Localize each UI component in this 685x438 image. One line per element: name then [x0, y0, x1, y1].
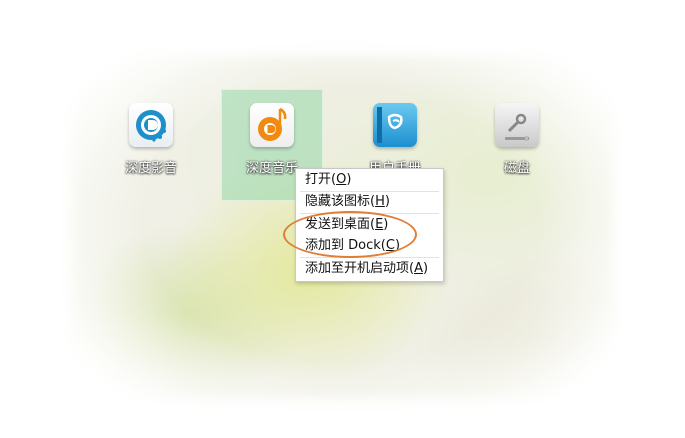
- deepin-music-icon: [250, 103, 294, 147]
- deepin-movie-icon: [129, 103, 173, 147]
- menu-item-add-to-startup[interactable]: 添加至开机启动项(A): [305, 259, 428, 279]
- user-manual-icon: [373, 103, 417, 147]
- app-label: 深度影音: [124, 161, 177, 176]
- context-menu: 打开(O) 隐藏该图标(H) 发送到桌面(E) 添加到 Dock(C) 添加至开…: [295, 168, 444, 282]
- menu-item-hide-icon[interactable]: 隐藏该图标(H): [305, 192, 390, 212]
- disk-utility-icon: [495, 103, 539, 147]
- menu-item-open[interactable]: 打开(O): [305, 170, 351, 190]
- menu-separator: [300, 213, 439, 214]
- app-user-manual[interactable]: 用户手册: [346, 103, 444, 176]
- menu-separator: [300, 257, 439, 258]
- menu-item-send-to-desktop[interactable]: 发送到桌面(E): [305, 215, 388, 235]
- app-disk[interactable]: 磁盘: [468, 103, 566, 176]
- menu-item-add-to-dock[interactable]: 添加到 Dock(C): [305, 236, 400, 256]
- app-label: 磁盘: [503, 161, 530, 176]
- app-deepin-movie[interactable]: 深度影音: [102, 103, 200, 176]
- app-deepin-music[interactable]: 深度音乐: [223, 103, 321, 176]
